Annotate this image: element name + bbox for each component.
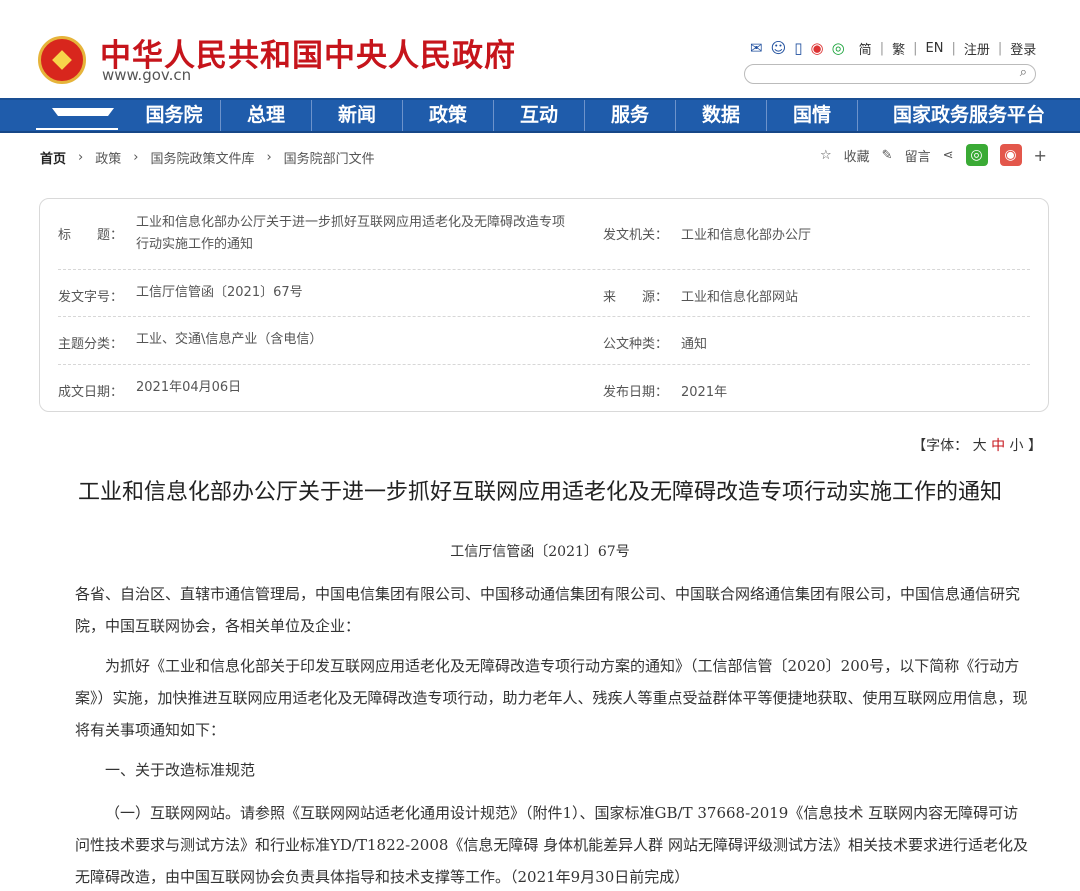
meta-row: 主题分类： 工业、交通\信息产业（含电信） 公文种类： 通知: [58, 317, 1030, 365]
search-icon[interactable]: ⌕: [1020, 65, 1027, 80]
top-tools: ✉ ☺ ▯ ◉ ◎ 简 | 繁 | EN | 注册 | 登录: [750, 39, 1037, 58]
weibo-icon[interactable]: ◉: [810, 39, 823, 57]
breadcrumb: 首页 › 政策 › 国务院政策文件库 › 国务院部门文件: [40, 148, 375, 167]
site-url: www.gov.cn: [102, 66, 192, 84]
wechat-icon[interactable]: ◎: [832, 39, 845, 57]
collect-button[interactable]: 收藏: [844, 146, 870, 165]
login-link[interactable]: 登录: [1010, 39, 1036, 58]
nav-item-gov-service-platform[interactable]: 国家政务服务平台: [857, 100, 1080, 131]
meta-date-value: 2021年04月06日: [136, 380, 242, 395]
site-header: 中华人民共和国中央人民政府 www.gov.cn ✉ ☺ ▯ ◉ ◎ 简 | 繁 |…: [0, 0, 1080, 98]
meta-date-label: 成文日期：: [58, 385, 124, 400]
comment-button[interactable]: 留言: [905, 146, 931, 165]
national-emblem-icon: [38, 36, 86, 84]
nav-item-policy[interactable]: 政策: [402, 100, 493, 131]
meta-category-value: 工业、交通\信息产业（含电信）: [136, 332, 323, 347]
register-link[interactable]: 注册: [964, 39, 990, 58]
paragraph-addressees: 各省、自治区、直辖市通信管理局，中国电信集团有限公司、中国移动通信集团有限公司、…: [75, 585, 1021, 635]
document-meta-table: 标 题： 工业和信息化部办公厅关于进一步抓好互联网应用适老化及无障碍改造专项行动…: [39, 198, 1049, 412]
paragraph-websites: （一）互联网网站。请参照《互联网网站适老化通用设计规范》（附件1）、国家标准GB…: [75, 804, 1028, 886]
nav-item-news[interactable]: 新闻: [311, 100, 402, 131]
breadcrumb-policy-library[interactable]: 国务院政策文件库: [150, 148, 254, 167]
nav-item-service[interactable]: 服务: [584, 100, 675, 131]
meta-type-label: 公文种类：: [603, 337, 669, 352]
lang-english[interactable]: EN: [925, 41, 943, 56]
meta-docno-label: 发文字号：: [58, 290, 124, 305]
breadcrumb-home[interactable]: 首页: [40, 148, 66, 167]
share-icon[interactable]: ⋖: [943, 148, 954, 163]
meta-issuer-value: 工业和信息化部办公厅: [681, 228, 812, 243]
plus-icon[interactable]: +: [1034, 146, 1047, 165]
lang-traditional[interactable]: 繁: [892, 39, 905, 58]
meta-source-label: 来 源：: [603, 290, 669, 305]
nav-item-state-council[interactable]: 国务院: [128, 100, 220, 131]
pen-icon[interactable]: ✎: [882, 148, 893, 163]
chevron-right-icon: ›: [78, 150, 84, 165]
mobile-icon[interactable]: ▯: [794, 39, 802, 57]
meta-type-value: 通知: [681, 337, 708, 352]
meta-issuer-label: 发文机关：: [603, 228, 669, 243]
chevron-right-icon: ›: [133, 150, 139, 165]
nav-item-data[interactable]: 数据: [675, 100, 766, 131]
font-size-small[interactable]: 小: [1010, 438, 1024, 454]
search-input[interactable]: ⌕: [744, 64, 1036, 84]
meta-row: 标 题： 工业和信息化部办公厅关于进一步抓好互联网应用适老化及无障碍改造专项行动…: [58, 199, 1030, 270]
tiananmen-logo-icon[interactable]: [36, 104, 118, 130]
chevron-right-icon: ›: [266, 150, 272, 165]
meta-row: 成文日期： 2021年04月06日 发布日期： 2021年: [58, 365, 1030, 411]
paragraph-intro: 为抓好《工业和信息化部关于印发互联网应用适老化及无障碍改造专项行动方案的通知》（…: [75, 657, 1028, 739]
message-icon[interactable]: ☺: [771, 39, 787, 57]
font-size-large[interactable]: 大: [973, 438, 987, 454]
wechat-share-icon[interactable]: ◎: [965, 144, 988, 166]
section-heading: 一、关于改造标准规范: [105, 761, 256, 779]
nav-item-national-info[interactable]: 国情: [766, 100, 857, 131]
nav-item-interaction[interactable]: 互动: [493, 100, 584, 131]
meta-publish-label: 发布日期：: [603, 385, 669, 400]
font-size-medium[interactable]: 中: [991, 438, 1005, 454]
meta-docno-value: 工信厅信管函〔2021〕67号: [136, 285, 303, 300]
weibo-share-icon[interactable]: ◉: [999, 144, 1022, 166]
share-bar: ☆ 收藏 ✎ 留言 ⋖ ◎ ◉ +: [820, 144, 1047, 166]
meta-source-value: 工业和信息化部网站: [681, 290, 799, 305]
meta-category-label: 主题分类：: [58, 337, 124, 352]
nav-item-premier[interactable]: 总理: [220, 100, 311, 131]
document-number: 工信厅信管函〔2021〕67号: [450, 544, 630, 560]
meta-title-label: 标 题：: [58, 228, 124, 243]
breadcrumb-department-docs[interactable]: 国务院部门文件: [284, 148, 375, 167]
breadcrumb-policy[interactable]: 政策: [95, 148, 121, 167]
star-icon[interactable]: ☆: [820, 148, 832, 163]
lang-simplified[interactable]: 简: [859, 39, 872, 58]
meta-title-value: 工业和信息化部办公厅关于进一步抓好互联网应用适老化及无障碍改造专项行动实施工作的…: [136, 215, 566, 252]
meta-row: 发文字号： 工信厅信管函〔2021〕67号 来 源： 工业和信息化部网站: [58, 270, 1030, 317]
meta-publish-value: 2021年: [681, 385, 728, 400]
font-size-switcher: 【字体： 大 中 小 】: [912, 438, 1042, 454]
document-title: 工业和信息化部办公厅关于进一步抓好互联网应用适老化及无障碍改造专项行动实施工作的…: [77, 480, 1002, 505]
main-nav: 国务院 总理 新闻 政策 互动 服务 数据 国情 国家政务服务平台: [0, 98, 1080, 133]
mail-icon[interactable]: ✉: [750, 39, 763, 57]
